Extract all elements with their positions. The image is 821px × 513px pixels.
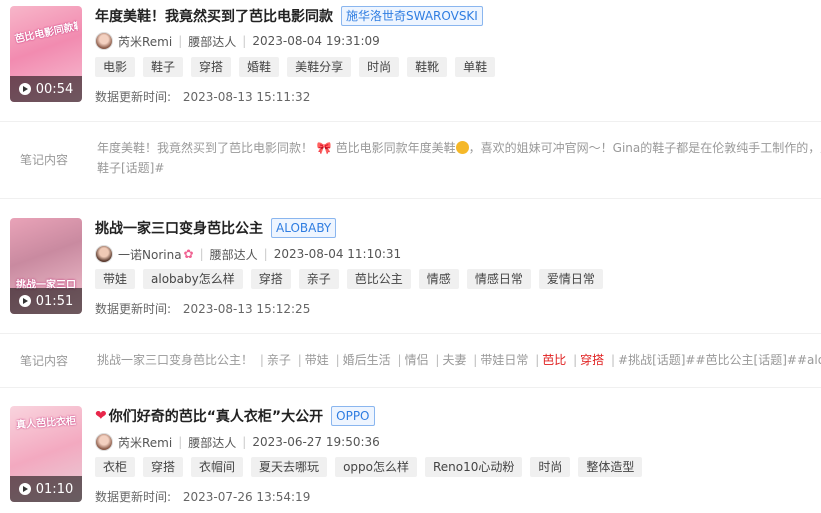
highlight-keyword: 芭比	[542, 353, 567, 367]
author-name[interactable]: 一诺Norina	[118, 246, 182, 263]
topic-tag[interactable]: 衣柜	[95, 457, 136, 477]
duration-text: 01:51	[35, 293, 74, 309]
note-content-text: 挑战一家三口变身芭比公主！ | 亲子 | 带娃 | 婚后生活 | 情侣 | 夫妻 | 带娃日…	[97, 350, 821, 370]
topic-tag[interactable]: 衣帽间	[191, 457, 244, 477]
avatar[interactable]	[95, 32, 113, 50]
video-thumbnail[interactable]: 挑战一家三口 01:51	[10, 218, 82, 314]
topic-tag[interactable]: 穿搭	[191, 57, 232, 77]
update-time: 2023-08-13 15:12:25	[182, 302, 311, 316]
publish-time: 2023-08-04 19:31:09	[252, 34, 380, 48]
play-icon	[18, 483, 31, 495]
content-text-part: ，喜欢的姐妹可冲官网～！Gina的鞋子都是在伦敦纯手工制作的，后	[468, 141, 821, 155]
avatar[interactable]	[95, 433, 113, 451]
divider: |	[242, 34, 247, 48]
author-level: 腰部达人	[188, 435, 237, 450]
topic-tag[interactable]: alobaby怎么样	[143, 269, 243, 289]
author-level: 腰部达人	[188, 34, 237, 49]
topic-tag[interactable]: 带娃	[95, 269, 136, 289]
duration-text: 00:54	[35, 81, 74, 97]
content-text-part: 鞋子[话题]#	[97, 161, 165, 175]
update-label: 数据更新时间:	[95, 302, 172, 316]
publish-time: 2023-06-27 19:50:36	[252, 435, 380, 449]
content-keyword: 亲子	[266, 353, 291, 367]
highlight-keyword: 穿搭	[580, 353, 605, 367]
update-label: 数据更新时间:	[95, 490, 172, 504]
heart-icon: ❤	[95, 408, 107, 424]
topic-tag[interactable]: 芭比公主	[346, 269, 411, 289]
topic-tag[interactable]: 穿搭	[143, 457, 184, 477]
content-text-part: 挑战一家三口变身芭比公主！	[97, 353, 254, 367]
flower-icon: ✿	[183, 247, 194, 261]
duration-badge: 00:54	[10, 76, 82, 102]
topic-tag[interactable]: Reno10心动粉	[424, 457, 523, 477]
divider: |	[178, 34, 183, 48]
note-card: 真人芭比衣柜 01:10 ❤ 你们好奇的芭比“真人衣柜”大公开 OPPO 芮米R…	[0, 398, 821, 513]
topic-tag[interactable]: 婚鞋	[239, 57, 280, 77]
author-level: 腰部达人	[209, 247, 258, 262]
bow-icon: 🎀	[316, 141, 332, 155]
topic-tag[interactable]: 鞋靴	[407, 57, 448, 77]
content-text-part: 年度美鞋！我竟然买到了芭比电影同款！	[97, 141, 314, 155]
topic-tag[interactable]: 鞋子	[143, 57, 184, 77]
brand-tag[interactable]: ALOBABY	[271, 218, 337, 238]
topic-tag[interactable]: 整体造型	[578, 457, 643, 477]
author-name[interactable]: 芮米Remi	[118, 434, 172, 451]
note-card: 芭比电影同款鞋 00:54 年度美鞋！我竟然买到了芭比电影同款 施华洛世奇SWA…	[0, 0, 821, 120]
topic-tag[interactable]: 穿搭	[250, 269, 291, 289]
topic-tag[interactable]: 单鞋	[455, 57, 496, 77]
grin-emoji-icon	[455, 141, 469, 154]
duration-badge: 01:10	[10, 476, 82, 502]
divider-line	[0, 387, 821, 388]
divider: |	[178, 435, 183, 449]
divider: |	[199, 247, 204, 261]
update-time: 2023-08-13 15:11:32	[182, 90, 311, 104]
video-thumbnail[interactable]: 真人芭比衣柜 01:10	[10, 406, 82, 502]
topic-tag[interactable]: 美鞋分享	[287, 57, 352, 77]
topic-tag[interactable]: 夏天去哪玩	[251, 457, 328, 477]
content-label: 笔记内容	[20, 153, 69, 167]
note-card: 挑战一家三口 01:51 挑战一家三口变身芭比公主 ALOBABY 一诺Nori…	[0, 210, 821, 330]
content-keyword: 情侣	[404, 353, 429, 367]
play-icon	[18, 83, 31, 95]
content-text-part: #挑战[话题]##芭比公主[话题]##alobaby	[618, 353, 821, 367]
author-name[interactable]: 芮米Remi	[118, 33, 172, 50]
topic-tag[interactable]: 电影	[95, 57, 136, 77]
divider-line	[0, 198, 821, 199]
duration-text: 01:10	[35, 481, 74, 497]
brand-tag[interactable]: OPPO	[331, 406, 375, 426]
topic-tag[interactable]: 情感	[418, 269, 459, 289]
note-content-row: 笔记内容 年度美鞋！我竟然买到了芭比电影同款！ 🎀 芭比电影同款年度美鞋 ，喜欢的…	[0, 121, 821, 199]
topic-tag[interactable]: 情感日常	[466, 269, 531, 289]
topic-tag[interactable]: 爱情日常	[538, 269, 603, 289]
content-keyword: 婚后生活	[342, 353, 391, 367]
content-keyword: 带娃	[304, 353, 329, 367]
content-label: 笔记内容	[20, 354, 69, 368]
note-content-row: 笔记内容 挑战一家三口变身芭比公主！ | 亲子 | 带娃 | 婚后生活 | 情侣 | 夫妻…	[0, 333, 821, 388]
play-icon	[18, 295, 31, 307]
topic-tag[interactable]: oppo怎么样	[335, 457, 417, 477]
update-label: 数据更新时间:	[95, 90, 172, 104]
duration-badge: 01:51	[10, 288, 82, 314]
avatar[interactable]	[95, 245, 113, 263]
content-keyword: 夫妻	[442, 353, 467, 367]
divider: |	[263, 247, 268, 261]
update-time: 2023-07-26 13:54:19	[182, 490, 311, 504]
divider: |	[242, 435, 247, 449]
note-content-text: 年度美鞋！我竟然买到了芭比电影同款！ 🎀 芭比电影同款年度美鞋 ，喜欢的姐妹可冲官…	[97, 138, 821, 178]
thumbnail-caption: 真人芭比衣柜	[15, 415, 77, 432]
divider-line	[0, 333, 821, 334]
divider-line	[0, 121, 821, 122]
topic-tag[interactable]: 亲子	[298, 269, 339, 289]
brand-tag[interactable]: 施华洛世奇SWAROVSKI	[341, 6, 483, 26]
video-thumbnail[interactable]: 芭比电影同款鞋 00:54	[10, 6, 82, 102]
content-keyword: 带娃日常	[480, 353, 529, 367]
content-text-part: 芭比电影同款年度美鞋	[335, 141, 456, 155]
publish-time: 2023-08-04 11:10:31	[273, 247, 402, 261]
note-title[interactable]: 挑战一家三口变身芭比公主	[95, 218, 263, 238]
topic-tag[interactable]: 时尚	[530, 457, 571, 477]
note-title[interactable]: 你们好奇的芭比“真人衣柜”大公开	[109, 406, 323, 426]
topic-tag[interactable]: 时尚	[359, 57, 400, 77]
thumbnail-caption: 芭比电影同款鞋	[13, 20, 79, 46]
note-title[interactable]: 年度美鞋！我竟然买到了芭比电影同款	[95, 6, 333, 26]
